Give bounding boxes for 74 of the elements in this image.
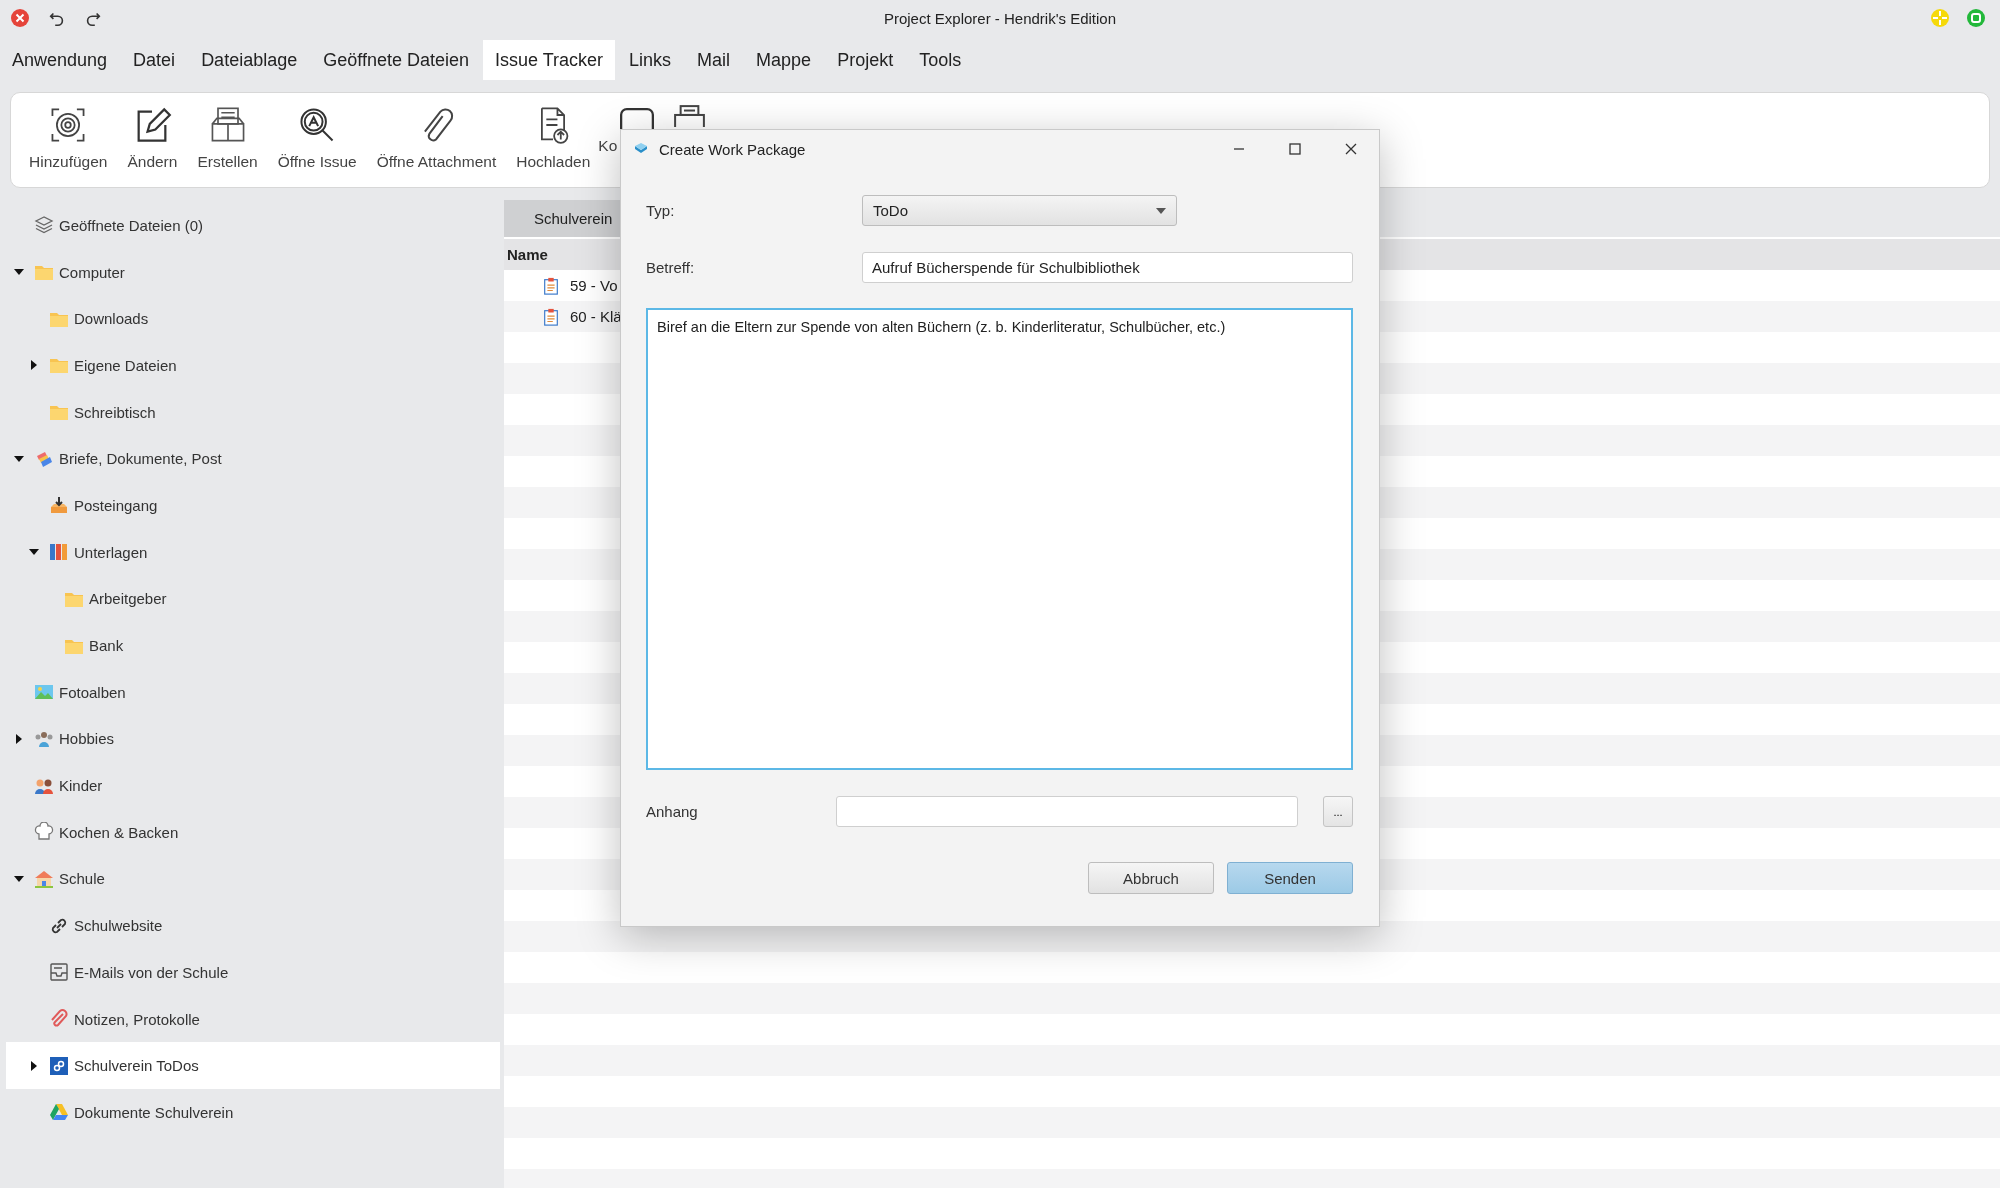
toolbar-button[interactable]: Hinzufügen <box>29 93 108 171</box>
toolbar-button[interactable]: Erstellen <box>197 93 258 171</box>
app-icon <box>49 1055 69 1076</box>
close-icon[interactable] <box>1343 141 1359 157</box>
menu-tab[interactable]: Mail <box>685 40 743 80</box>
tree-item[interactable]: E-Mails von der Schule <box>6 949 500 996</box>
cancel-button[interactable]: Abbruch <box>1088 862 1214 894</box>
menu-tab[interactable]: Tools <box>907 40 974 80</box>
toolbar-button[interactable]: Ko <box>598 93 655 155</box>
menu-tab[interactable]: Geöffnete Dateien <box>311 40 481 80</box>
printer-icon <box>674 105 706 127</box>
table-cell: 59 - Vo <box>570 277 618 294</box>
tree-item[interactable]: Eigene Dateien <box>6 342 500 389</box>
maximize-icon[interactable] <box>1287 141 1303 157</box>
menu-tab[interactable]: Dateiablage <box>189 40 310 80</box>
toolbar-button[interactable]: Hochladen <box>516 93 591 171</box>
inbox-icon <box>49 495 69 516</box>
menu-tab[interactable]: Issue Tracker <box>483 40 616 80</box>
expand-icon[interactable] <box>29 1060 39 1071</box>
tree-item[interactable]: Dokumente Schulverein <box>6 1089 500 1136</box>
mail-tray-icon <box>49 962 69 983</box>
toolbar-button[interactable]: Öffne Issue <box>277 93 357 171</box>
tree-item[interactable]: Downloads <box>6 295 500 343</box>
tree-item[interactable]: Schulverein ToDos <box>6 1042 500 1090</box>
table-cell: 60 - Klä <box>570 308 622 325</box>
field-label: Betreff: <box>646 259 696 276</box>
clipboard-icon <box>542 275 560 296</box>
tree-item[interactable]: Schreibtisch <box>6 388 500 436</box>
toolbar-button[interactable]: Öffne Attachment <box>376 93 497 171</box>
collapse-icon[interactable] <box>14 873 24 884</box>
window-title: Project Explorer - Hendrik's Edition <box>883 9 1117 27</box>
menu-tab[interactable]: Mappe <box>744 40 824 80</box>
dropdown-caret-icon <box>1156 207 1166 214</box>
menu-tab[interactable]: Links <box>617 40 684 80</box>
field-label: Anhang <box>646 803 699 820</box>
menu-tab[interactable]: Anwendung <box>0 40 120 80</box>
tree-item[interactable]: Kinder <box>6 762 500 809</box>
tree-item[interactable]: Schule <box>6 855 500 903</box>
paperclip-icon <box>49 1009 69 1030</box>
tree-item[interactable]: Schulwebsite <box>6 902 500 949</box>
menu-tab[interactable]: Datei <box>121 40 188 80</box>
frame-icon <box>620 108 655 129</box>
tree-item[interactable]: Briefe, Dokumente, Post <box>6 435 500 483</box>
dialog-title: Create Work Package <box>659 140 807 158</box>
tree-item[interactable]: Arbeitgeber <box>6 575 500 623</box>
send-button[interactable]: Senden <box>1227 862 1353 894</box>
subject-field[interactable]: Aufruf Bücherspende für Schulbibliothek <box>862 252 1353 283</box>
tree-item[interactable]: Posteingang <box>6 482 500 529</box>
tree-item[interactable]: Notizen, Protokolle <box>6 995 500 1043</box>
expand-icon[interactable] <box>29 360 39 371</box>
binders-icon <box>49 542 69 563</box>
tree-item[interactable]: Unterlagen <box>6 528 500 576</box>
toolbar-button[interactable]: Ändern <box>127 93 178 171</box>
tree-item[interactable]: Fotoalben <box>6 668 500 716</box>
description-field[interactable]: Biref an die Eltern zur Spende von alten Büchern (z. b. Kinderliteratur, Schulbücher, etc.) <box>646 308 1353 770</box>
field-label: Typ: <box>646 202 676 219</box>
chef-hat-icon <box>34 822 54 843</box>
tree-item[interactable]: Bank <box>6 622 500 669</box>
clipboard-icon <box>542 306 560 327</box>
menu-tab[interactable]: Projekt <box>825 40 906 80</box>
expand-icon[interactable] <box>14 733 24 744</box>
type-dropdown[interactable]: ToDo <box>862 195 1177 226</box>
layers-icon <box>34 215 54 236</box>
collapse-icon[interactable] <box>14 453 24 464</box>
browse-button[interactable]: ... <box>1323 796 1353 827</box>
attachment-field[interactable] <box>836 796 1298 827</box>
tree-item[interactable]: Computer <box>6 248 500 296</box>
triangle-logo-icon <box>49 1102 69 1123</box>
maximize-icon[interactable] <box>1966 8 1986 28</box>
tree-item[interactable]: Geöffnete Dateien (0) <box>6 202 500 249</box>
tree-item[interactable]: Kochen & Backen <box>6 808 500 856</box>
tree-item[interactable]: Hobbies <box>6 715 500 763</box>
column-header[interactable]: Name <box>504 246 548 263</box>
school-icon <box>34 868 54 889</box>
